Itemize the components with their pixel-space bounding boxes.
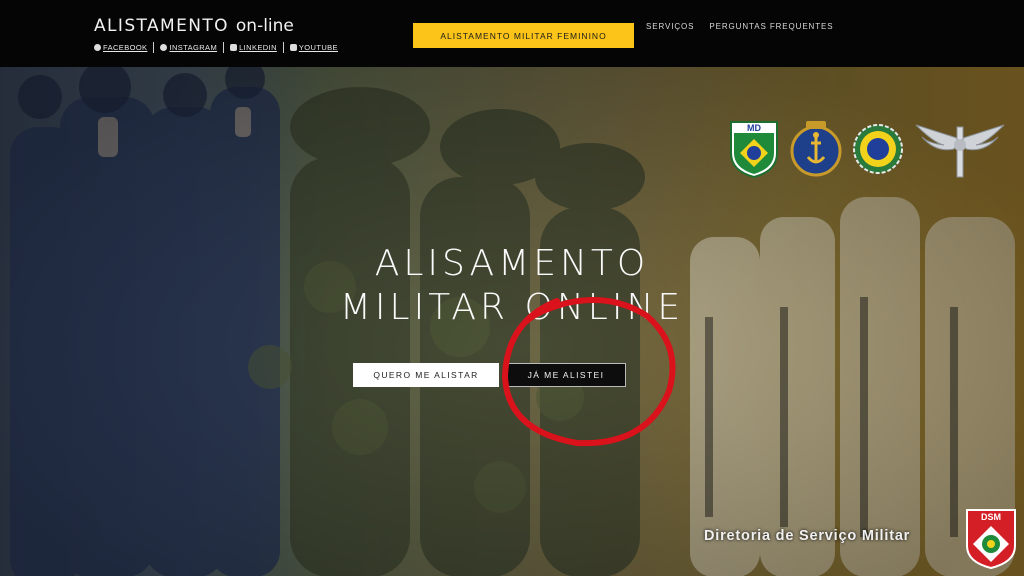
md-emblem-icon: MD xyxy=(730,121,778,179)
youtube-link[interactable]: YOUTUBE xyxy=(289,43,338,52)
main-nav: SERVIÇOS PERGUNTAS FREQUENTES xyxy=(646,22,834,31)
md-emblem-label: MD xyxy=(747,123,761,133)
youtube-icon xyxy=(289,44,297,51)
social-links: FACEBOOK INSTAGRAM LINKEDIN YOUTUBE xyxy=(94,42,338,53)
enlist-button[interactable]: QUERO ME ALISTAR xyxy=(353,363,499,387)
instagram-link[interactable]: INSTAGRAM xyxy=(160,43,217,52)
female-enlistment-button[interactable]: ALISTAMENTO MILITAR FEMININO xyxy=(413,23,634,48)
air-force-emblem-icon xyxy=(915,124,1005,178)
instagram-icon xyxy=(160,44,168,51)
army-emblem-icon xyxy=(853,124,903,174)
hero-title-line1: ALISAMENTO xyxy=(374,243,650,284)
brand-main-text: ALISTAMENTO xyxy=(94,16,229,36)
divider xyxy=(282,42,284,53)
red-annotation-circle xyxy=(501,296,676,447)
dsm-badge-label: DSM xyxy=(981,512,1001,522)
dsm-org-name: Diretoria de Serviço Militar xyxy=(704,528,911,544)
site-logo[interactable]: ALISTAMENTO on-line xyxy=(94,12,294,38)
linkedin-link[interactable]: LINKEDIN xyxy=(230,43,277,52)
facebook-icon xyxy=(94,44,101,51)
facebook-link[interactable]: FACEBOOK xyxy=(94,43,147,52)
navy-emblem-icon xyxy=(790,121,842,177)
divider xyxy=(223,42,225,53)
armed-forces-emblems: MD xyxy=(728,119,1006,179)
divider xyxy=(153,42,155,53)
brand-sub-text: on-line xyxy=(232,12,294,38)
nav-item-faq[interactable]: PERGUNTAS FREQUENTES xyxy=(709,22,833,31)
dsm-badge-icon: DSM xyxy=(966,509,1016,570)
linkedin-icon xyxy=(230,44,238,51)
hero-banner: MD ALISAMENTO MILITAR ONLINE QUERO ME AL… xyxy=(0,67,1024,576)
top-navbar: ALISTAMENTO on-line FACEBOOK INSTAGRAM L… xyxy=(0,0,1024,67)
nav-item-servicos[interactable]: SERVIÇOS xyxy=(646,22,694,31)
